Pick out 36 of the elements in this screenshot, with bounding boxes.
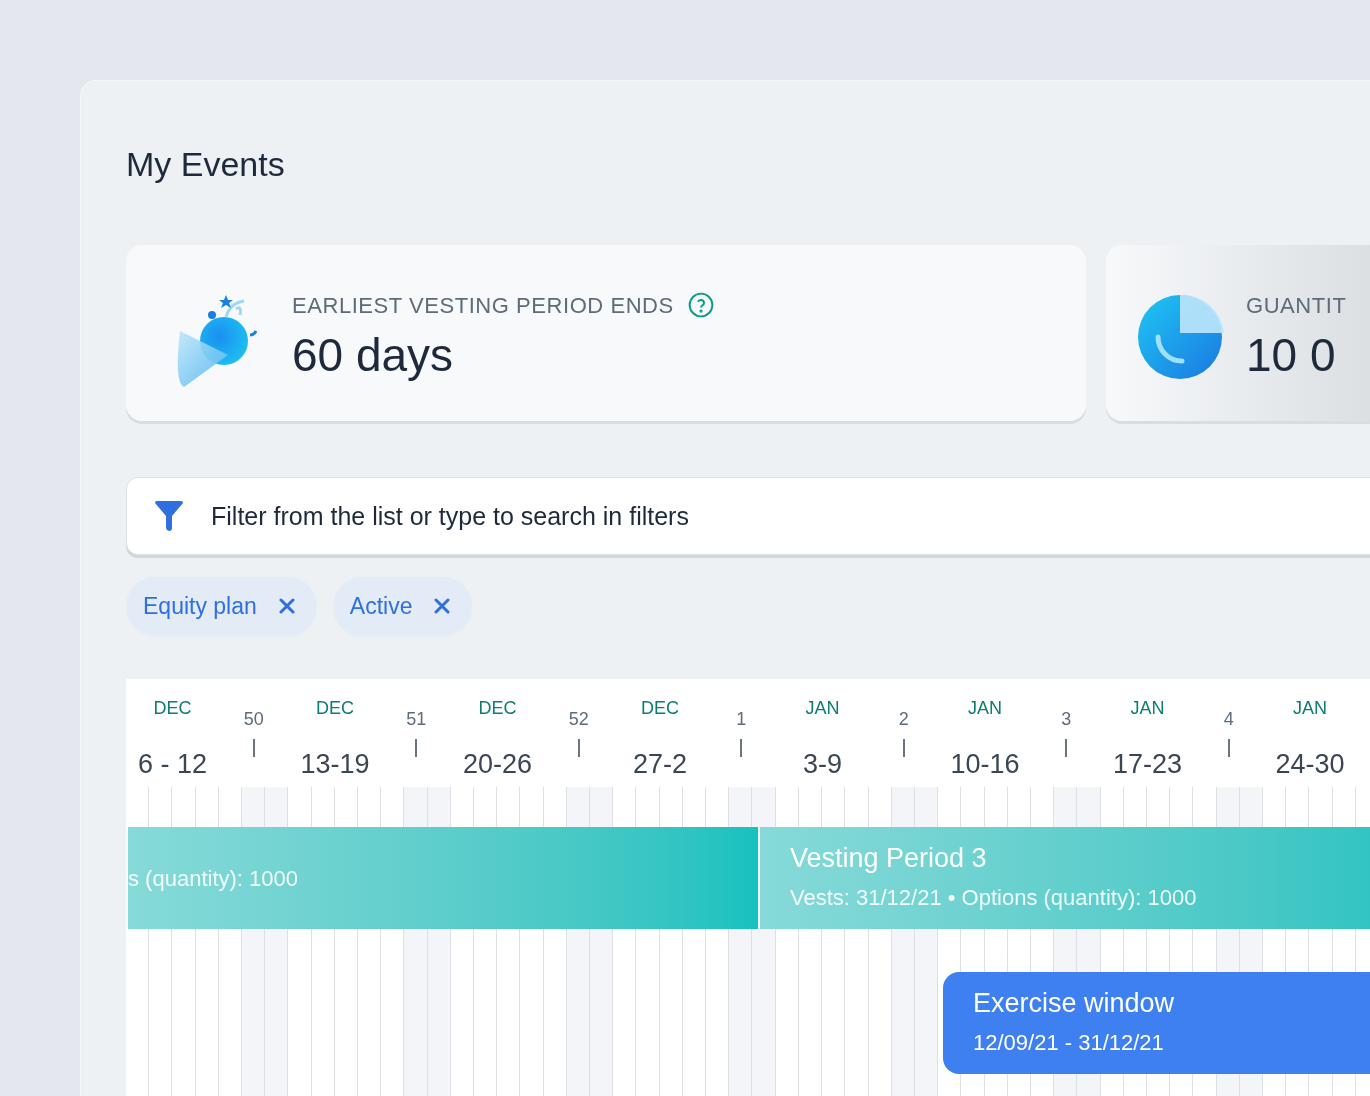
week-range: 20-26 bbox=[462, 748, 533, 781]
filter-chip[interactable]: Active bbox=[332, 577, 473, 635]
event-title: Exercise window bbox=[973, 986, 1176, 1020]
week-number: 1 bbox=[736, 708, 747, 731]
filter-chip[interactable]: Equity plan bbox=[126, 577, 317, 635]
event-title: Vesting Period 3 bbox=[790, 841, 988, 875]
month-label: DEC bbox=[316, 697, 354, 720]
week-range: 24-30 bbox=[1275, 748, 1345, 781]
week-number: 4 bbox=[1223, 708, 1234, 731]
month-label: JAN bbox=[1293, 697, 1327, 720]
week-number: 51 bbox=[406, 708, 427, 731]
stat-value: 10 0 bbox=[1246, 331, 1337, 378]
week-range: 27-2 bbox=[632, 748, 687, 781]
event-details: Vests: 31/12/21 • Options (quantity): 1000 bbox=[790, 884, 1198, 913]
week-number: 3 bbox=[1061, 708, 1072, 731]
exercise-window-bar[interactable]: Exercise window 12/09/21 - 31/12/21 bbox=[943, 972, 1370, 1074]
page-title: My Events bbox=[126, 147, 286, 181]
week-number: 2 bbox=[898, 708, 909, 731]
week-range: 10-16 bbox=[950, 748, 1020, 781]
week-range: 3-9 bbox=[803, 748, 842, 781]
week-number: 52 bbox=[568, 708, 589, 731]
stat-label: EARLIEST VESTING PERIOD ENDS bbox=[292, 291, 674, 320]
week-range: 17-23 bbox=[1112, 748, 1183, 781]
filter-field[interactable]: Filter from the list or type to search in filters bbox=[126, 477, 1370, 555]
stat-label: GUANTIT bbox=[1246, 291, 1347, 320]
week-number: 50 bbox=[243, 708, 264, 731]
month-label: JAN bbox=[968, 697, 1002, 720]
month-label: JAN bbox=[805, 697, 840, 720]
event-details: s (quantity): 1000 bbox=[128, 864, 299, 893]
week-range: 6 - 12 bbox=[137, 748, 207, 781]
month-label: DEC bbox=[641, 697, 679, 720]
month-label: DEC bbox=[478, 697, 517, 720]
month-label: JAN bbox=[1130, 697, 1165, 720]
event-details: 12/09/21 - 31/12/21 bbox=[973, 1029, 1165, 1058]
week-range: 13-19 bbox=[300, 748, 370, 781]
month-label: DEC bbox=[153, 697, 192, 720]
